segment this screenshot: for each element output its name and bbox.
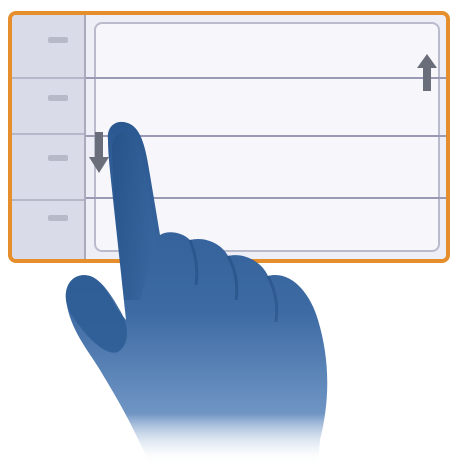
touch-scroll-illustration [0,0,453,465]
hand-pointer-icon [65,121,328,465]
